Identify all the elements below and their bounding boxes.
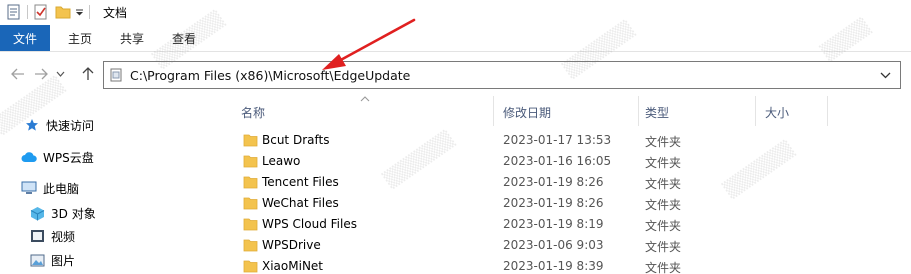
checkmark-properties-icon[interactable] <box>33 4 49 20</box>
folder-icon <box>243 196 258 210</box>
table-row[interactable]: Tencent Files 2023-01-19 8:26 文件夹 <box>222 172 911 193</box>
column-header-name[interactable]: 名称 <box>241 104 265 121</box>
tab-file[interactable]: 文件 <box>0 25 50 51</box>
file-date: 2023-01-19 8:39 <box>503 259 604 273</box>
sidebar-item-videos[interactable]: 视频 <box>29 226 75 246</box>
sidebar-item-label: 视频 <box>51 229 76 244</box>
forward-button[interactable] <box>31 64 51 84</box>
file-date: 2023-01-17 13:53 <box>503 133 612 147</box>
file-name: Bcut Drafts <box>262 133 330 147</box>
sort-ascending-icon <box>360 94 370 105</box>
computer-icon <box>21 180 37 196</box>
file-name: WPS Cloud Files <box>262 217 357 231</box>
folder-path-icon <box>110 68 124 82</box>
video-icon <box>29 228 45 244</box>
column-header-date[interactable]: 修改日期 <box>503 104 551 121</box>
picture-icon <box>29 252 45 268</box>
table-row[interactable]: WPSDrive 2023-01-06 9:03 文件夹 <box>222 235 911 256</box>
navigation-pane: 快速访问 WPS云盘 此电脑 3D 对象 视频 图片 <box>0 96 222 274</box>
folder-icon <box>243 217 258 231</box>
file-date: 2023-01-19 8:19 <box>503 217 604 231</box>
file-date: 2023-01-16 16:05 <box>503 154 612 168</box>
file-type: 文件夹 <box>645 135 682 149</box>
file-type: 文件夹 <box>645 219 682 233</box>
tab-view[interactable]: 查看 <box>158 25 210 51</box>
file-date: 2023-01-06 9:03 <box>503 238 604 252</box>
star-icon <box>24 117 40 133</box>
sidebar-item-label: 快速访问 <box>46 118 95 133</box>
folder-icon <box>243 175 258 189</box>
column-header-size[interactable]: 大小 <box>765 104 789 121</box>
file-type: 文件夹 <box>645 240 682 254</box>
file-list: 名称 修改日期 类型 大小 Bcut Drafts 2023-01-17 13:… <box>222 96 911 274</box>
cube-icon <box>29 205 45 221</box>
file-name: Tencent Files <box>262 175 339 189</box>
sidebar-item-label: 3D 对象 <box>51 206 96 221</box>
tab-share[interactable]: 共享 <box>106 25 158 51</box>
sidebar-item-this-pc[interactable]: 此电脑 <box>21 178 79 198</box>
folder-icon <box>243 238 258 252</box>
table-row[interactable]: Leawo 2023-01-16 16:05 文件夹 <box>222 151 911 172</box>
file-name: WeChat Files <box>262 196 339 210</box>
sidebar-item-3d-objects[interactable]: 3D 对象 <box>29 203 96 223</box>
sidebar-item-label: 图片 <box>51 253 76 268</box>
column-divider[interactable] <box>493 96 494 126</box>
ribbon-tabs: 文件 主页 共享 查看 <box>0 25 911 51</box>
file-type: 文件夹 <box>645 156 682 170</box>
column-divider[interactable] <box>638 96 639 126</box>
table-row[interactable]: Bcut Drafts 2023-01-17 13:53 文件夹 <box>222 130 911 151</box>
file-date: 2023-01-19 8:26 <box>503 196 604 210</box>
document-properties-icon[interactable] <box>6 4 22 20</box>
up-button[interactable] <box>78 64 98 84</box>
file-type: 文件夹 <box>645 177 682 191</box>
address-bar[interactable]: C:\Program Files (x86)\Microsoft\EdgeUpd… <box>103 61 901 89</box>
file-name: XiaoMiNet <box>262 259 324 273</box>
navigation-bar: C:\Program Files (x86)\Microsoft\EdgeUpd… <box>0 52 911 96</box>
file-name: Leawo <box>262 154 301 168</box>
file-name: WPSDrive <box>262 238 321 252</box>
address-path[interactable]: C:\Program Files (x86)\Microsoft\EdgeUpd… <box>130 68 410 83</box>
file-date: 2023-01-19 8:26 <box>503 175 604 189</box>
cloud-icon <box>21 149 37 165</box>
customize-toolbar-chevron-icon[interactable] <box>74 4 84 20</box>
recent-locations-chevron[interactable] <box>54 64 66 84</box>
column-divider[interactable] <box>827 96 828 126</box>
folder-icon <box>243 154 258 168</box>
table-row[interactable]: WPS Cloud Files 2023-01-19 8:19 文件夹 <box>222 214 911 235</box>
sidebar-item-wps-cloud[interactable]: WPS云盘 <box>21 147 94 167</box>
sidebar-item-quick-access[interactable]: 快速访问 <box>24 115 94 135</box>
sidebar-item-pictures[interactable]: 图片 <box>29 250 75 270</box>
window-title: 文档 <box>103 5 128 20</box>
sidebar-item-label: WPS云盘 <box>43 150 94 165</box>
column-divider[interactable] <box>755 96 756 126</box>
file-type: 文件夹 <box>645 198 682 212</box>
tab-home[interactable]: 主页 <box>54 25 106 51</box>
title-bar: 文档 <box>0 0 911 24</box>
column-header-type[interactable]: 类型 <box>645 104 669 121</box>
file-type: 文件夹 <box>645 261 682 274</box>
title-separator <box>89 5 90 19</box>
folder-icon <box>243 259 258 273</box>
table-row[interactable]: XiaoMiNet 2023-01-19 8:39 文件夹 <box>222 256 911 274</box>
folder-icon <box>243 133 258 147</box>
address-dropdown-chevron-icon[interactable] <box>880 67 894 83</box>
back-button[interactable] <box>8 64 28 84</box>
table-row[interactable]: WeChat Files 2023-01-19 8:26 文件夹 <box>222 193 911 214</box>
quick-access-separator <box>27 5 28 19</box>
new-folder-icon[interactable] <box>55 4 71 20</box>
sidebar-item-label: 此电脑 <box>43 181 80 196</box>
